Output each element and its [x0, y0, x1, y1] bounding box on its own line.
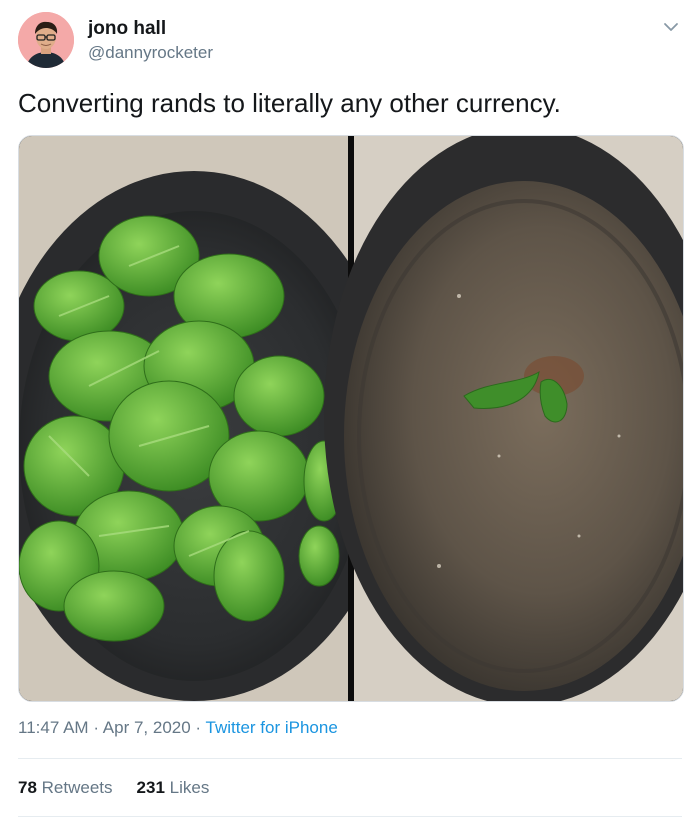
- meta-separator: ·: [195, 718, 202, 737]
- retweets-count: 78: [18, 778, 37, 797]
- tweet-media-image[interactable]: [18, 135, 684, 702]
- tweet-text: Converting rands to literally any other …: [18, 88, 561, 118]
- tweet-header: jono hall @dannyrocketer: [18, 12, 682, 70]
- author-handle[interactable]: @dannyrocketer: [88, 43, 213, 63]
- retweets-label: Retweets: [41, 778, 113, 797]
- spinach-pans-photo: [19, 136, 683, 701]
- retweets-stat[interactable]: 78 Retweets: [18, 778, 113, 797]
- avatar-portrait: [18, 12, 74, 68]
- divider-top: [18, 758, 682, 759]
- divider-bottom: [18, 816, 682, 817]
- likes-count: 231: [136, 778, 165, 797]
- chevron-down-icon[interactable]: [660, 16, 682, 38]
- tweet-source-link[interactable]: Twitter for iPhone: [206, 718, 338, 737]
- likes-label: Likes: [169, 778, 210, 797]
- right-photo-empty-pan: [324, 136, 683, 701]
- tweet-time[interactable]: 11:47 AM: [18, 718, 89, 737]
- meta-separator: ·: [93, 718, 99, 737]
- tweet-meta: 11:47 AM · Apr 7, 2020 · Twitter for iPh…: [18, 718, 338, 738]
- avatar[interactable]: [18, 12, 74, 68]
- author-name[interactable]: jono hall: [88, 18, 166, 40]
- likes-stat[interactable]: 231 Likes: [137, 778, 210, 797]
- tweet-stats: 78 Retweets 231 Likes: [18, 778, 209, 798]
- tweet-date[interactable]: Apr 7, 2020: [103, 718, 191, 737]
